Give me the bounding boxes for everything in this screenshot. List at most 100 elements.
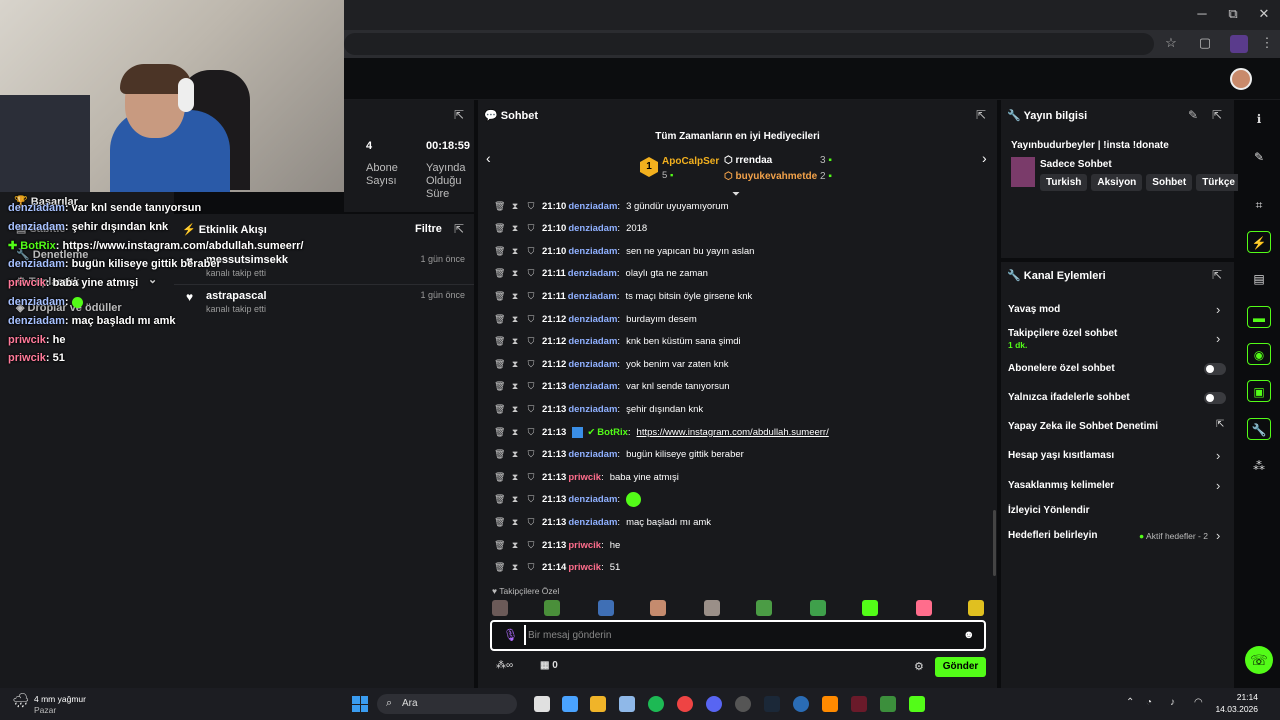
app-icon[interactable] bbox=[793, 696, 809, 712]
ban-icon[interactable]: ⛉ bbox=[526, 427, 536, 438]
emote-icon[interactable] bbox=[598, 600, 614, 616]
ban-icon[interactable]: ⛉ bbox=[526, 336, 536, 347]
ban-icon[interactable]: ⛉ bbox=[526, 540, 536, 551]
subscribers-only-toggle[interactable] bbox=[1204, 363, 1226, 375]
delete-icon[interactable]: 🗑 bbox=[494, 314, 505, 325]
emote-only-toggle[interactable] bbox=[1204, 392, 1226, 404]
delete-icon[interactable]: 🗑 bbox=[494, 268, 505, 279]
timeout-icon[interactable]: ⧗ bbox=[510, 517, 520, 528]
network-icon[interactable]: ◔ bbox=[1146, 697, 1152, 708]
gifter-row[interactable]: ⬡ buyukevahmetde bbox=[724, 171, 817, 182]
timeout-icon[interactable]: ⧗ bbox=[510, 201, 520, 212]
bookmark-star-icon[interactable]: ☆ bbox=[1162, 35, 1180, 53]
emote-icon[interactable] bbox=[916, 600, 932, 616]
delete-icon[interactable]: 🗑 bbox=[494, 472, 505, 483]
user-avatar[interactable] bbox=[1230, 68, 1252, 90]
message-user[interactable]: denziadam bbox=[568, 494, 617, 505]
popout-icon[interactable]: ⇱ bbox=[454, 108, 464, 122]
delete-icon[interactable]: 🗑 bbox=[494, 246, 505, 257]
timeout-icon[interactable]: ⧗ bbox=[510, 246, 520, 257]
delete-icon[interactable]: 🗑 bbox=[494, 517, 505, 528]
timeout-icon[interactable]: ⧗ bbox=[510, 404, 520, 415]
message-text[interactable]: https://www.instagram.com/abdullah.sumee… bbox=[637, 427, 829, 438]
tag[interactable]: Turkish bbox=[1040, 174, 1088, 191]
emote-icon[interactable] bbox=[626, 492, 642, 508]
ai-moderation[interactable]: Yapay Zeka ile Sohbet Denetimi bbox=[1008, 421, 1158, 432]
gear-icon[interactable]: ⚙ bbox=[914, 660, 924, 673]
emote-icon[interactable] bbox=[492, 600, 508, 616]
timeout-icon[interactable]: ⧗ bbox=[510, 381, 520, 392]
chat-icon[interactable]: ▬ bbox=[1247, 306, 1271, 328]
timeout-icon[interactable]: ⧗ bbox=[510, 359, 520, 370]
message-user[interactable]: denziadam bbox=[568, 246, 617, 257]
profile-icon[interactable] bbox=[1230, 35, 1248, 53]
filter-button[interactable]: Filtre bbox=[415, 223, 442, 235]
delete-icon[interactable]: 🗑 bbox=[494, 427, 505, 438]
lightning-icon[interactable]: ⚡ bbox=[1247, 231, 1271, 253]
timeout-icon[interactable]: ⧗ bbox=[510, 494, 520, 505]
app-icon[interactable] bbox=[880, 696, 896, 712]
delete-icon[interactable]: 🗑 bbox=[494, 494, 505, 505]
microphone-icon[interactable]: 🎙 bbox=[503, 628, 518, 642]
message-user[interactable]: denziadam bbox=[568, 359, 617, 370]
ban-icon[interactable]: ⛉ bbox=[526, 472, 536, 483]
message-user[interactable]: denziadam bbox=[568, 336, 617, 347]
timeout-icon[interactable]: ⧗ bbox=[510, 336, 520, 347]
clock-date[interactable]: 14.03.2026 bbox=[1200, 704, 1258, 714]
extensions-icon[interactable]: ▢ bbox=[1196, 35, 1214, 53]
delete-icon[interactable]: 🗑 bbox=[494, 336, 505, 347]
delete-icon[interactable]: 🗑 bbox=[494, 540, 505, 551]
app-icon[interactable] bbox=[619, 696, 635, 712]
delete-icon[interactable]: 🗑 bbox=[494, 562, 505, 573]
chevron-right-icon[interactable]: › bbox=[1216, 448, 1220, 463]
kick-icon[interactable] bbox=[909, 696, 925, 712]
message-user[interactable]: priwcik bbox=[568, 472, 601, 483]
chevron-right-icon[interactable]: › bbox=[982, 150, 987, 166]
message-user[interactable]: denziadam bbox=[568, 449, 617, 460]
collapse-icon[interactable]: ⏷ bbox=[732, 189, 740, 200]
slow-mode[interactable]: Yavaş mod bbox=[1008, 304, 1060, 315]
minimize-button[interactable]: ─ bbox=[1192, 6, 1212, 24]
emote-only-chat[interactable]: Yalnızca ifadelerle sohbet bbox=[1008, 392, 1130, 403]
category-thumbnail[interactable] bbox=[1011, 157, 1035, 187]
edit-icon[interactable]: ✎ bbox=[1188, 108, 1198, 122]
send-button[interactable]: Gönder bbox=[935, 657, 986, 677]
browser-menu-icon[interactable]: ⋮ bbox=[1258, 35, 1276, 53]
popout-icon[interactable]: ⇱ bbox=[976, 108, 986, 122]
document-icon[interactable]: ▤ bbox=[1247, 268, 1271, 290]
obs-icon[interactable] bbox=[735, 696, 751, 712]
volume-icon[interactable]: ♪ bbox=[1170, 697, 1175, 708]
layout-icon[interactable]: ▣ bbox=[1247, 380, 1271, 402]
emote-icon[interactable] bbox=[704, 600, 720, 616]
windows-start-icon[interactable] bbox=[352, 696, 368, 712]
emote-icon[interactable] bbox=[650, 600, 666, 616]
timeout-icon[interactable]: ⧗ bbox=[510, 268, 520, 279]
emote-icon[interactable] bbox=[862, 600, 878, 616]
emote-icon[interactable] bbox=[756, 600, 772, 616]
ban-icon[interactable]: ⛉ bbox=[526, 268, 536, 279]
app-icon[interactable] bbox=[562, 696, 578, 712]
ban-icon[interactable]: ⛉ bbox=[526, 562, 536, 573]
broadcast-icon[interactable]: ◉ bbox=[1247, 343, 1271, 365]
banned-words[interactable]: Yasaklanmış kelimeler bbox=[1008, 480, 1114, 491]
chevron-right-icon[interactable]: › bbox=[1216, 478, 1220, 493]
message-user[interactable]: denziadam bbox=[568, 314, 617, 325]
discord-icon[interactable] bbox=[706, 696, 722, 712]
ban-icon[interactable]: ⛉ bbox=[526, 517, 536, 528]
restore-button[interactable]: ⧉ bbox=[1223, 6, 1243, 24]
chevron-right-icon[interactable]: › bbox=[1216, 331, 1220, 346]
wrench-icon[interactable]: 🔧 bbox=[1247, 418, 1271, 440]
gifter-name[interactable]: ApoCalpSer bbox=[662, 156, 719, 167]
account-age-restriction[interactable]: Hesap yaşı kısıtlaması bbox=[1008, 450, 1114, 461]
external-link-icon[interactable]: ⇱ bbox=[1216, 419, 1224, 430]
set-goals[interactable]: Hedefleri belirleyin bbox=[1008, 530, 1097, 541]
ban-icon[interactable]: ⛉ bbox=[526, 449, 536, 460]
chevron-right-icon[interactable]: › bbox=[1216, 302, 1220, 317]
clock-time[interactable]: 21:14 bbox=[1218, 692, 1258, 702]
taskbar-search[interactable] bbox=[377, 694, 517, 714]
followers-only-chat[interactable]: Takipçilere özel sohbet bbox=[1008, 328, 1117, 339]
emote-icon[interactable] bbox=[968, 600, 984, 616]
timeout-icon[interactable]: ⧗ bbox=[510, 449, 520, 460]
message-user[interactable]: denziadam bbox=[568, 223, 617, 234]
message-user[interactable]: priwcik bbox=[568, 562, 601, 573]
